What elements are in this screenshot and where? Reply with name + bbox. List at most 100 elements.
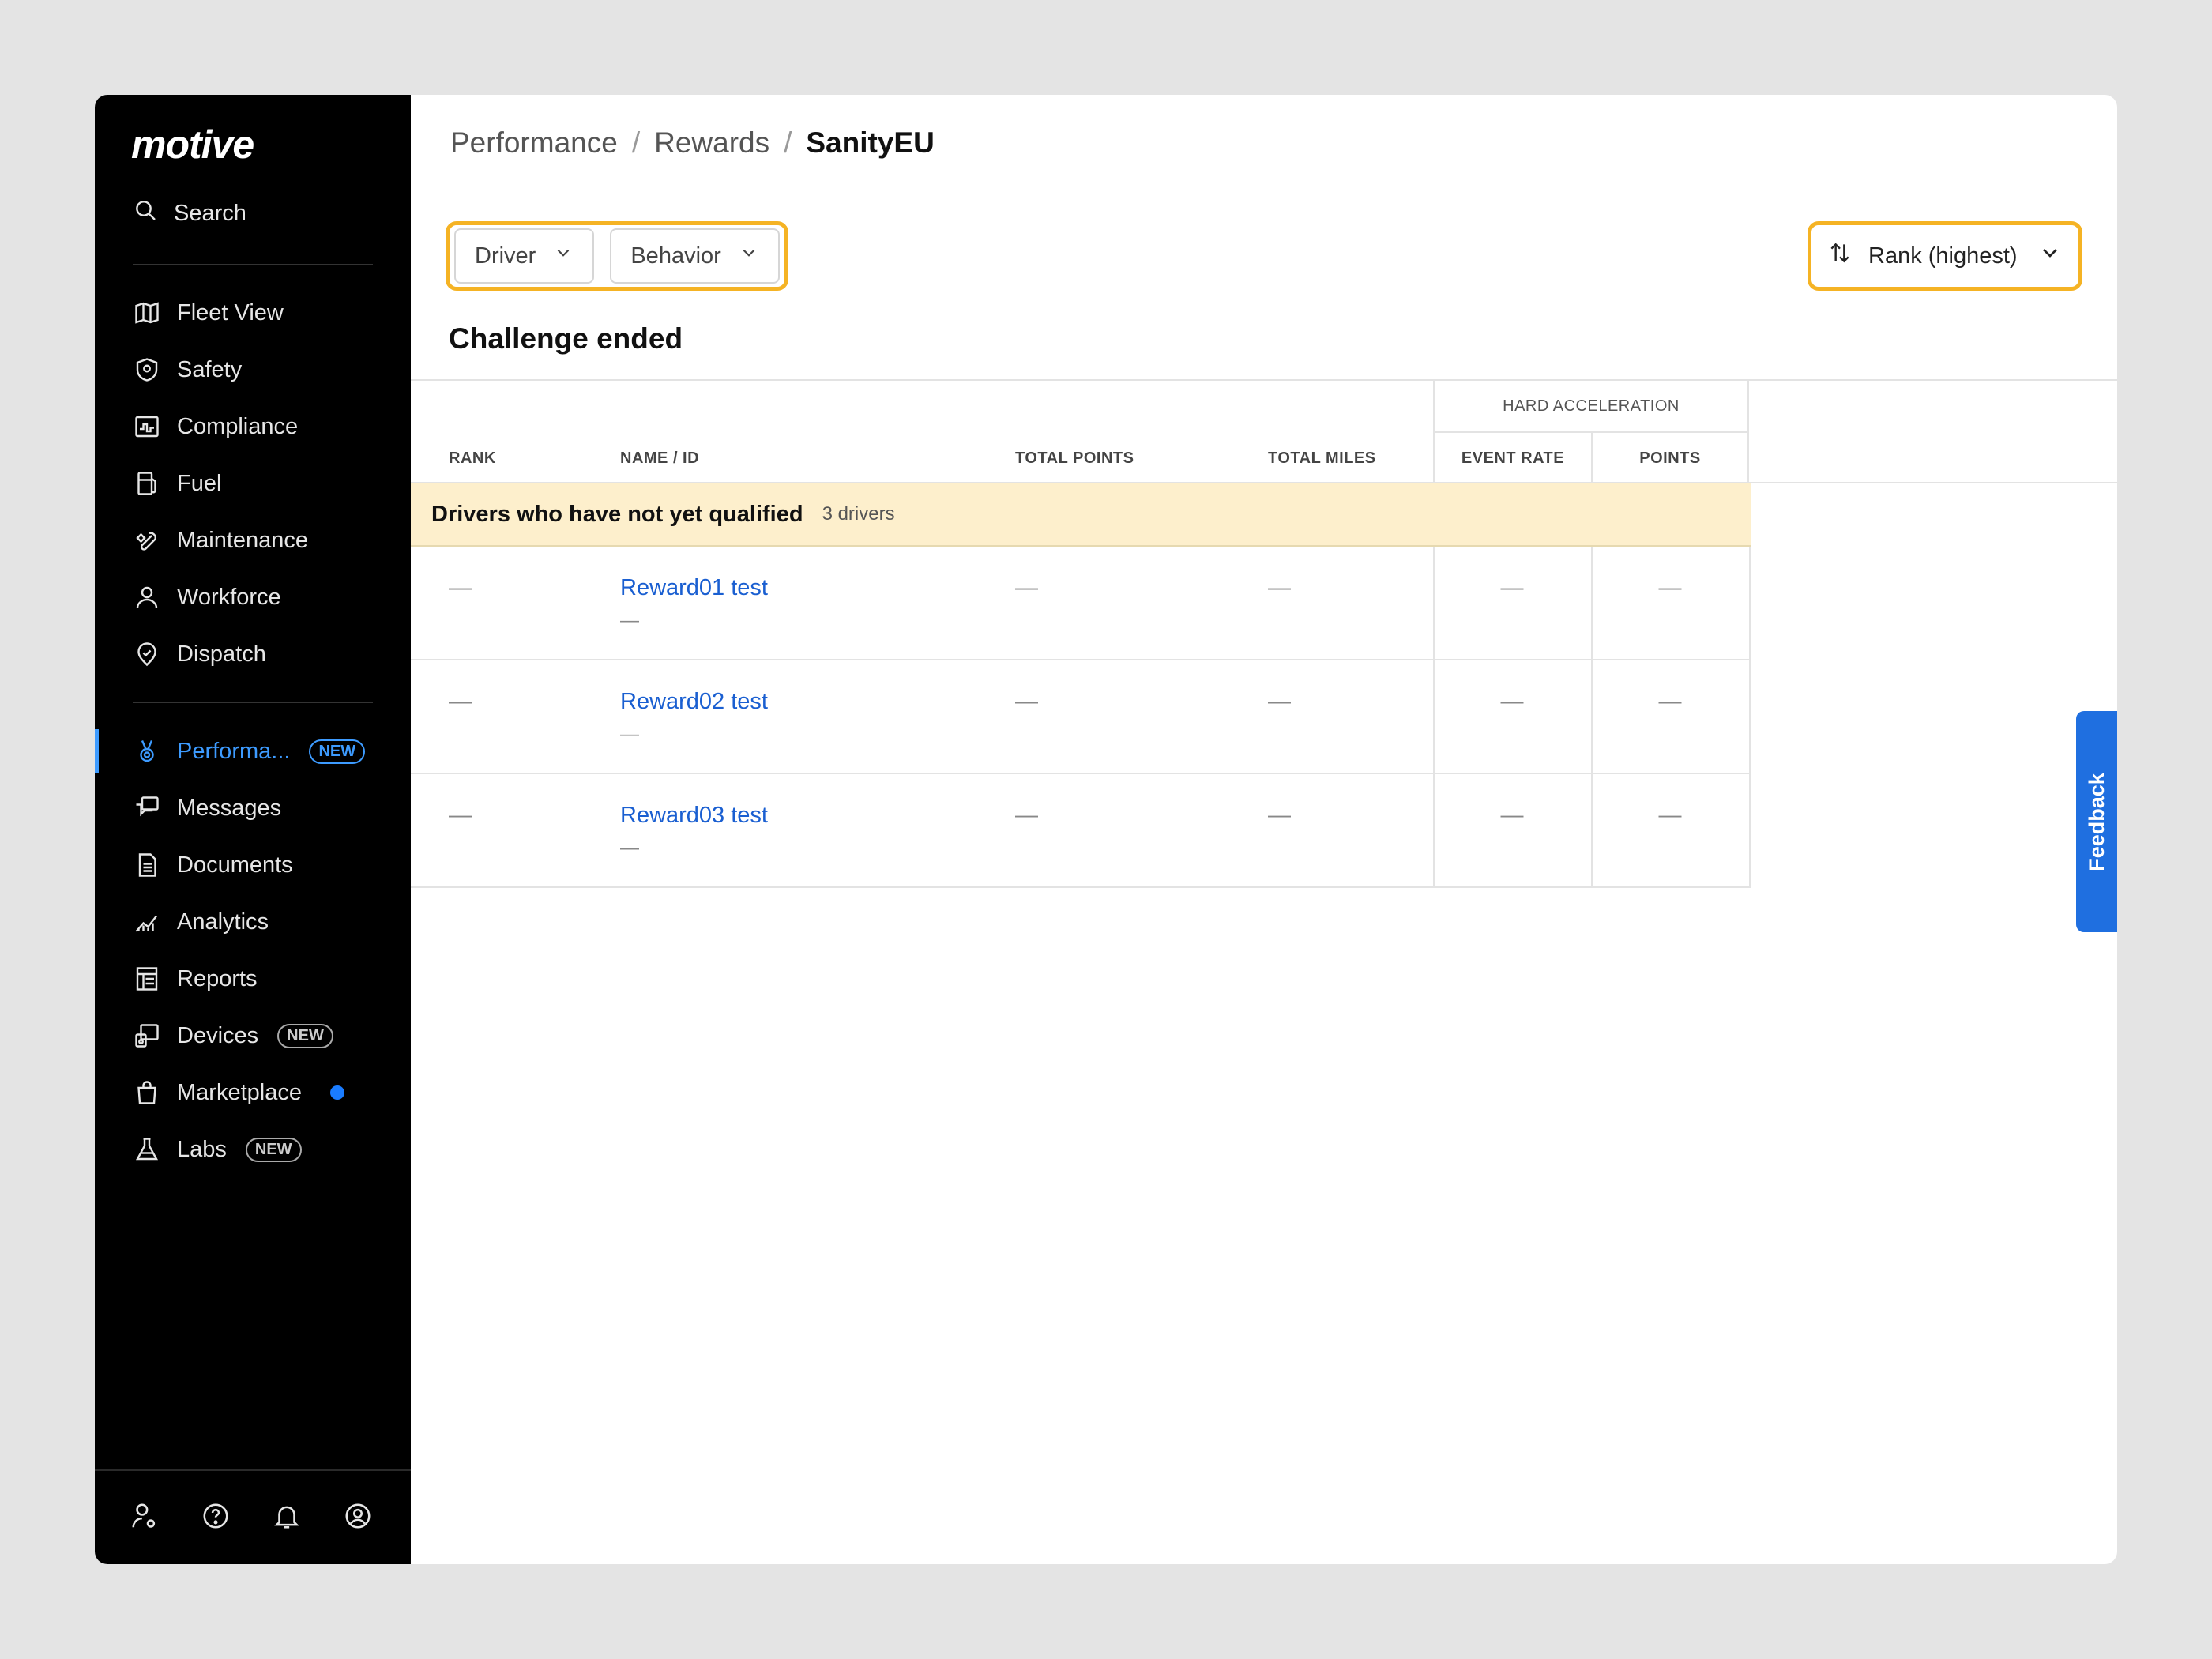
sidebar-item-label: Marketplace <box>177 1079 302 1105</box>
column-divider <box>1749 547 1751 659</box>
cell-total-points: — <box>1015 575 1038 600</box>
column-event-rate[interactable]: EVENT RATE <box>1433 433 1591 483</box>
bell-icon[interactable] <box>272 1501 302 1535</box>
table-row[interactable]: — Reward03 test — — — — — <box>411 774 1751 888</box>
sidebar-item-performance[interactable]: Performa... NEW <box>95 723 411 780</box>
cell-event-rate: — <box>1500 575 1524 600</box>
table-row[interactable]: — Reward01 test — — — — — <box>411 547 1751 660</box>
breadcrumb-separator: / <box>631 126 641 159</box>
compliance-icon <box>133 412 161 441</box>
cell-driver-id: — <box>620 610 639 631</box>
driver-dropdown[interactable]: Driver <box>454 228 595 284</box>
sidebar-item-analytics[interactable]: Analytics <box>95 893 411 950</box>
column-total-points[interactable]: TOTAL POINTS <box>1015 433 1134 483</box>
rewards-table: HARD ACCELERATION RANK NAME / ID TOTAL P… <box>411 381 2117 888</box>
sidebar-item-devices[interactable]: Devices NEW <box>95 1007 411 1064</box>
cell-rank: — <box>449 689 472 714</box>
column-divider <box>1749 660 1751 773</box>
sidebar-item-safety[interactable]: Safety <box>95 341 411 398</box>
breadcrumb-current: SanityEU <box>806 126 935 159</box>
section-title: Challenge ended <box>449 322 683 355</box>
cell-total-miles: — <box>1268 575 1291 600</box>
sidebar-item-maintenance[interactable]: Maintenance <box>95 512 411 569</box>
sidebar-item-label: Analytics <box>177 908 269 935</box>
driver-name-link[interactable]: Reward03 test <box>620 803 768 829</box>
motive-logo[interactable]: motive <box>131 122 254 167</box>
sidebar-item-label: Fleet View <box>177 299 284 325</box>
sidebar-item-marketplace[interactable]: Marketplace <box>95 1064 411 1121</box>
analytics-icon <box>133 908 161 936</box>
dispatch-icon <box>133 640 161 668</box>
breadcrumb-performance[interactable]: Performance <box>450 126 618 160</box>
sidebar-item-label: Labs <box>177 1136 227 1162</box>
map-icon <box>133 299 161 327</box>
column-divider <box>1591 660 1593 773</box>
wrench-icon <box>133 526 161 555</box>
sidebar-item-label: Reports <box>177 965 258 991</box>
cell-event-rate: — <box>1500 803 1524 828</box>
sidebar: motive Search Fleet View Safety Complian… <box>95 95 411 1564</box>
help-icon[interactable] <box>201 1501 231 1535</box>
flask-icon <box>133 1135 161 1164</box>
messages-icon <box>133 794 161 822</box>
sidebar-item-compliance[interactable]: Compliance <box>95 398 411 455</box>
sidebar-item-reports[interactable]: Reports <box>95 950 411 1007</box>
chevron-down-icon <box>2037 240 2063 272</box>
device-frame: motive Search Fleet View Safety Complian… <box>0 0 2212 1659</box>
sidebar-search[interactable]: Search <box>133 198 246 229</box>
cell-total-points: — <box>1015 803 1038 828</box>
shield-icon <box>133 356 161 384</box>
column-name[interactable]: NAME / ID <box>620 433 699 483</box>
main-content: Performance / Rewards / SanityEU Driver … <box>411 95 2117 1564</box>
user-settings-icon[interactable] <box>130 1501 160 1535</box>
cell-rank: — <box>449 575 472 600</box>
sidebar-footer <box>95 1469 411 1564</box>
cell-rank: — <box>449 803 472 828</box>
chevron-down-icon <box>553 243 574 269</box>
sidebar-item-workforce[interactable]: Workforce <box>95 569 411 626</box>
sort-dropdown[interactable]: Rank (highest) <box>1808 221 2082 291</box>
driver-name-link[interactable]: Reward01 test <box>620 575 768 601</box>
medal-icon <box>133 737 161 766</box>
bag-icon <box>133 1078 161 1107</box>
nav-group-primary: Fleet View Safety Compliance Fuel Mainte… <box>95 284 411 683</box>
table-row[interactable]: — Reward02 test — — — — — <box>411 660 1751 774</box>
sidebar-item-dispatch[interactable]: Dispatch <box>95 626 411 683</box>
fuel-icon <box>133 469 161 498</box>
cell-event-rate: — <box>1500 689 1524 714</box>
column-points[interactable]: POINTS <box>1591 433 1749 483</box>
column-divider <box>1591 774 1593 886</box>
sidebar-item-label: Maintenance <box>177 527 309 553</box>
sidebar-item-documents[interactable]: Documents <box>95 837 411 893</box>
column-divider <box>1433 660 1435 773</box>
feedback-tab[interactable]: Feedback <box>2076 711 2117 932</box>
column-divider <box>1433 774 1435 886</box>
account-icon[interactable] <box>343 1501 373 1535</box>
column-rank[interactable]: RANK <box>449 433 496 483</box>
sidebar-item-messages[interactable]: Messages <box>95 780 411 837</box>
behavior-dropdown[interactable]: Behavior <box>610 228 780 284</box>
notification-dot <box>329 1085 344 1100</box>
sidebar-item-label: Fuel <box>177 470 222 496</box>
feedback-label: Feedback <box>2084 772 2109 871</box>
column-divider <box>1591 547 1593 659</box>
cell-total-miles: — <box>1268 689 1291 714</box>
sidebar-item-labs[interactable]: Labs NEW <box>95 1121 411 1178</box>
document-icon <box>133 851 161 879</box>
group-title: Drivers who have not yet qualified <box>431 501 803 527</box>
sidebar-item-fuel[interactable]: Fuel <box>95 455 411 512</box>
group-banner-not-qualified: Drivers who have not yet qualified 3 dri… <box>411 483 1751 547</box>
sidebar-item-fleet-view[interactable]: Fleet View <box>95 284 411 341</box>
driver-dropdown-label: Driver <box>475 243 536 269</box>
devices-icon <box>133 1021 161 1050</box>
cell-total-points: — <box>1015 689 1038 714</box>
breadcrumb-rewards[interactable]: Rewards <box>654 126 769 160</box>
column-total-miles[interactable]: TOTAL MILES <box>1268 433 1376 483</box>
sort-icon <box>1827 240 1853 272</box>
cell-points: — <box>1658 803 1682 828</box>
reports-icon <box>133 965 161 993</box>
driver-name-link[interactable]: Reward02 test <box>620 689 768 715</box>
column-group-hard-acceleration: HARD ACCELERATION <box>1433 381 1749 433</box>
cell-total-miles: — <box>1268 803 1291 828</box>
filter-group: Driver Behavior <box>446 221 788 291</box>
